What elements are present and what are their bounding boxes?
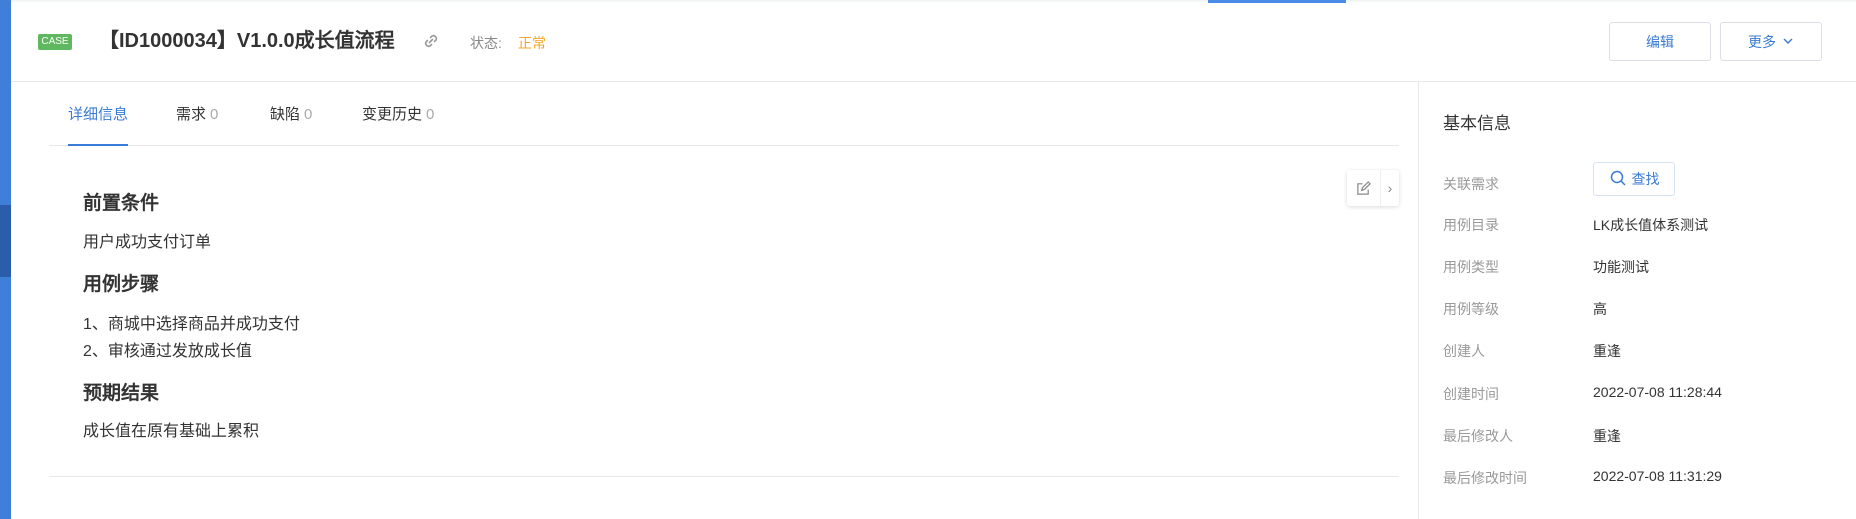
status-label: 状态:	[470, 35, 502, 51]
chevron-down-icon	[1782, 34, 1794, 50]
case-badge: CASE	[38, 34, 72, 50]
info-row: 最后修改人 重逢	[1443, 422, 1843, 446]
info-row: 用例目录 LK成长值体系测试	[1443, 211, 1843, 235]
info-value: LK成长值体系测试	[1593, 217, 1709, 233]
info-value: 高	[1593, 301, 1607, 317]
link-icon[interactable]	[421, 31, 441, 51]
tab-count: 0	[426, 106, 435, 123]
info-label: 创建时间	[1443, 386, 1499, 402]
sidebar-active-marker	[0, 205, 11, 277]
info-label: 用例类型	[1443, 259, 1499, 275]
info-row: 用例等级 高	[1443, 295, 1843, 319]
info-value: 2022-07-08 11:31:29	[1593, 468, 1722, 484]
info-row: 最后修改时间 2022-07-08 11:31:29	[1443, 464, 1843, 488]
more-button-label: 更多	[1748, 33, 1776, 50]
tab-label: 需求	[176, 106, 207, 123]
search-button[interactable]: 查找	[1593, 162, 1675, 196]
tab-count: 0	[304, 106, 313, 123]
precondition-text: 用户成功支付订单	[83, 234, 212, 251]
steps-title: 用例步骤	[83, 274, 160, 295]
info-label: 最后修改人	[1443, 428, 1513, 444]
info-label: 关联需求	[1443, 176, 1499, 192]
sidebar-strip	[0, 0, 11, 519]
info-label: 用例目录	[1443, 217, 1499, 233]
search-button-label: 查找	[1631, 171, 1660, 187]
status-value: 正常	[518, 35, 546, 51]
edit-button[interactable]: 编辑	[1609, 22, 1711, 61]
info-label: 用例等级	[1443, 301, 1499, 317]
edit-button-label: 编辑	[1646, 33, 1674, 50]
chevron-right-icon[interactable]: ›	[1381, 180, 1399, 196]
expected-text: 成长值在原有基础上累积	[83, 423, 260, 440]
info-value: 功能测试	[1593, 259, 1649, 275]
tab-change-history[interactable]: 变更历史 0	[362, 103, 434, 146]
info-row: 用例类型 功能测试	[1443, 253, 1843, 277]
tab-bar: 详细信息 需求 0 缺陷 0 变更历史 0	[49, 82, 1399, 146]
precondition-title: 前置条件	[83, 193, 160, 214]
tab-defects[interactable]: 缺陷 0	[270, 103, 312, 146]
page-title: 【ID1000034】V1.0.0成长值流程	[99, 30, 395, 52]
info-value: 重逢	[1593, 343, 1621, 359]
info-row: 创建时间 2022-07-08 11:28:44	[1443, 380, 1843, 404]
basic-info-title: 基本信息	[1443, 114, 1511, 133]
tab-label: 详细信息	[68, 106, 129, 123]
tab-count: 0	[210, 106, 219, 123]
tab-label: 变更历史	[362, 106, 423, 123]
content-divider	[49, 476, 1399, 477]
info-label: 最后修改时间	[1443, 470, 1527, 486]
info-value: 重逢	[1593, 428, 1621, 444]
edit-icon[interactable]	[1347, 170, 1381, 206]
tab-details[interactable]: 详细信息	[68, 103, 129, 146]
info-value: 2022-07-08 11:28:44	[1593, 384, 1722, 400]
more-button[interactable]: 更多	[1720, 22, 1822, 61]
info-row: 创建人 重逢	[1443, 337, 1843, 361]
search-icon	[1609, 169, 1627, 190]
tab-requirements[interactable]: 需求 0	[176, 103, 218, 146]
step-item: 2、审核通过发放成长值	[83, 343, 252, 360]
info-row-related-requirements: 关联需求 查找	[1443, 162, 1843, 196]
basic-info-panel: 基本信息 关联需求 查找 用例目录 LK成长值体系测试 用例类型 功能测试 用例…	[1418, 82, 1856, 519]
step-item: 1、商城中选择商品并成功支付	[83, 316, 300, 333]
expected-title: 预期结果	[83, 383, 160, 404]
info-label: 创建人	[1443, 343, 1485, 359]
content-toolbar: ›	[1347, 170, 1399, 206]
tab-label: 缺陷	[270, 106, 301, 123]
page-header: CASE 【ID1000034】V1.0.0成长值流程 状态: 正常 编辑 更多	[11, 0, 1856, 82]
